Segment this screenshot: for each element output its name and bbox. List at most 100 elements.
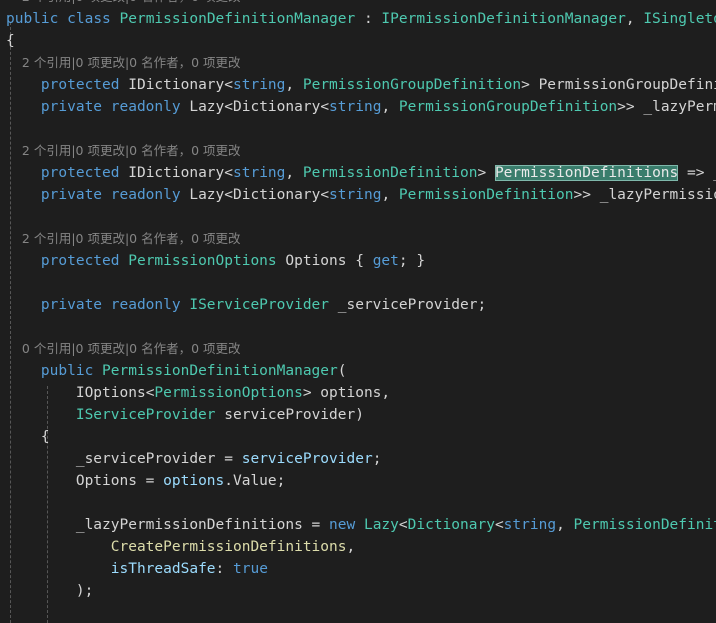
code-token: true xyxy=(233,561,268,577)
code-token: >> xyxy=(617,99,644,115)
code-token: < xyxy=(398,517,408,533)
code-token: , xyxy=(381,385,391,401)
code-token: = xyxy=(302,517,330,533)
code-token: IDictionary xyxy=(128,165,225,181)
line-14-serviceprovider[interactable]: private readonly IServiceProvider _servi… xyxy=(0,294,716,316)
selected-token[interactable]: PermissionDefinitions xyxy=(494,165,679,181)
code-token: private xyxy=(40,99,103,115)
code-token: : xyxy=(355,11,382,27)
code-token: ( xyxy=(337,363,347,379)
code-token: readonly xyxy=(110,99,181,115)
code-token: : xyxy=(215,561,233,577)
line-23-blank[interactable] xyxy=(0,492,716,514)
line-20-ctor-open[interactable]: { xyxy=(0,426,716,448)
line-5-lazy-group-field[interactable]: private readonly Lazy<Dictionary<string,… xyxy=(0,96,716,118)
line-6-blank[interactable] xyxy=(0,118,716,140)
code-token: < xyxy=(320,187,330,203)
code-editor[interactable]: 2 个引用|0 项更改|0 名作者，0 项更改 public class Perm… xyxy=(0,0,716,623)
line-12-options-prop[interactable]: protected PermissionOptions Options { ge… xyxy=(0,250,716,272)
line-9-lazy-defs-field[interactable]: private readonly Lazy<Dictionary<string,… xyxy=(0,184,716,206)
code-token: = xyxy=(136,473,164,489)
code-token: PermissionOptions xyxy=(154,385,303,401)
line-1-class-decl[interactable]: public class PermissionDefinitionManager… xyxy=(0,8,716,30)
code-token: < xyxy=(224,165,233,181)
code-token: { xyxy=(6,33,15,49)
code-token: < xyxy=(320,99,330,115)
code-token: PermissionOptions xyxy=(128,253,277,269)
code-token: protected xyxy=(40,165,120,181)
code-token: string xyxy=(233,165,286,181)
line-0-codelens-partial[interactable]: 2 个引用|0 项更改|0 名作者，0 项更改 xyxy=(0,0,716,8)
code-token: private xyxy=(40,187,103,203)
line-18-ctor-param-1[interactable]: IOptions<PermissionOptions> options, xyxy=(0,382,716,404)
code-token: >> xyxy=(573,187,600,203)
code-token: ; } xyxy=(398,253,426,269)
line-17-ctor[interactable]: public PermissionDefinitionManager( xyxy=(0,360,716,382)
line-10-blank[interactable] xyxy=(0,206,716,228)
line-26-threadsafe[interactable]: isThreadSafe: true xyxy=(0,558,716,580)
code-token: ) xyxy=(355,407,364,423)
code-token: protected xyxy=(40,77,120,93)
code-token: get xyxy=(372,253,399,269)
code-token: private xyxy=(40,297,103,313)
code-token: , xyxy=(381,187,399,203)
line-15-blank[interactable] xyxy=(0,316,716,338)
code-token: 2 个引用|0 项更改|0 名作者，0 项更改 xyxy=(6,55,241,70)
code-token: string xyxy=(329,187,382,203)
code-token: 2 个引用|0 项更改|0 名作者，0 项更改 xyxy=(6,231,241,246)
code-token: string xyxy=(329,99,382,115)
line-8-defs-prop[interactable]: protected IDictionary<string, Permission… xyxy=(0,162,716,184)
line-25-create-defs[interactable]: CreatePermissionDefinitions, xyxy=(0,536,716,558)
line-24-lazy-defs-new[interactable]: _lazyPermissionDefinitions = new Lazy<Di… xyxy=(0,514,716,536)
code-token: .Value; xyxy=(224,473,286,489)
code-token: < xyxy=(224,187,233,203)
code-token: public xyxy=(6,11,59,27)
code-token: 0 个引用|0 项更改|0 名作者，0 项更改 xyxy=(6,341,241,356)
code-token: readonly xyxy=(110,297,181,313)
code-token: ISingletonDependency xyxy=(643,11,716,27)
code-token: > xyxy=(302,385,321,401)
code-token: , xyxy=(285,165,303,181)
line-3-codelens[interactable]: 2 个引用|0 项更改|0 名作者，0 项更改 xyxy=(0,52,716,74)
line-7-codelens[interactable]: 2 个引用|0 项更改|0 名作者，0 项更改 xyxy=(0,140,716,162)
line-19-ctor-param-2[interactable]: IServiceProvider serviceProvider) xyxy=(0,404,716,426)
line-4-group-prop[interactable]: protected IDictionary<string, Permission… xyxy=(0,74,716,96)
line-16-codelens-zero[interactable]: 0 个引用|0 项更改|0 名作者，0 项更改 xyxy=(0,338,716,360)
code-token: class xyxy=(67,11,111,27)
code-token: _lazyPermissionDefinitions xyxy=(75,517,303,533)
line-11-codelens[interactable]: 2 个引用|0 项更改|0 名作者，0 项更改 xyxy=(0,228,716,250)
line-22-assign-options[interactable]: Options = options.Value; xyxy=(0,470,716,492)
code-token: PermissionDefinition xyxy=(573,517,716,533)
code-token: Dictionary xyxy=(233,99,321,115)
code-token: < xyxy=(224,77,233,93)
line-13-blank[interactable] xyxy=(0,272,716,294)
code-token: PermissionDefinitionManager xyxy=(119,11,356,27)
code-token: IOptions xyxy=(75,385,146,401)
line-2-open-brace[interactable]: { xyxy=(0,30,716,52)
line-21-assign-sp[interactable]: _serviceProvider = serviceProvider; xyxy=(0,448,716,470)
code-token: 2 个引用|0 项更改|0 名作者，0 项更改 xyxy=(6,0,241,4)
code-token: _serviceProvider; xyxy=(337,297,487,313)
code-token: 2 个引用|0 项更改|0 名作者，0 项更改 xyxy=(6,143,241,158)
line-27-close-paren[interactable]: ); xyxy=(0,580,716,602)
code-token: options xyxy=(320,385,382,401)
line-28-blank[interactable] xyxy=(0,602,716,623)
code-token: readonly xyxy=(110,187,181,203)
code-token: , xyxy=(346,539,356,555)
code-content[interactable]: 2 个引用|0 项更改|0 名作者，0 项更改 public class Perm… xyxy=(0,0,716,623)
code-token: _serviceProvider xyxy=(75,451,216,467)
code-token: serviceProvider xyxy=(241,451,373,467)
